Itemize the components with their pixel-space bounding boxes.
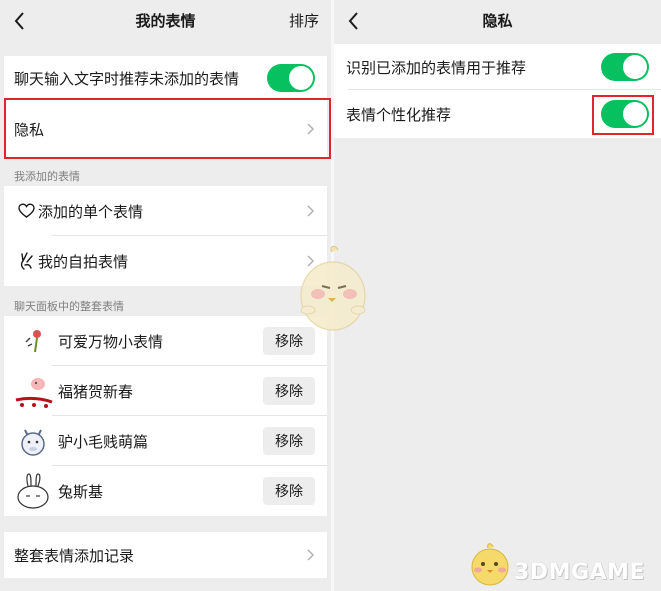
emoji-settings-panel: 我的表情 排序 聊天输入文字时推荐未添加的表情 隐私 我添加的表情 添加的单个表… — [0, 0, 331, 591]
selfie-emoji-row[interactable]: 我的自拍表情 — [4, 236, 327, 286]
page-title: 隐私 — [482, 12, 513, 30]
setting-label: 表情个性化推荐 — [346, 105, 452, 124]
single-emoji-label: 添加的单个表情 — [38, 202, 144, 221]
emoji-pack-row[interactable]: 兔斯基 移除 — [4, 466, 327, 516]
remove-button[interactable]: 移除 — [263, 377, 315, 405]
remove-button[interactable]: 移除 — [263, 477, 315, 505]
top-bar: 我的表情 排序 — [0, 0, 331, 44]
chevron-right-icon — [307, 549, 315, 561]
emoji-pack-row[interactable]: 可爱万物小表情 移除 — [4, 316, 327, 366]
pack-name: 驴小毛贱萌篇 — [58, 432, 149, 451]
recommend-label: 聊天输入文字时推荐未添加的表情 — [14, 69, 240, 88]
sort-button[interactable]: 排序 — [289, 10, 319, 31]
top-bar: 隐私 — [334, 0, 661, 44]
privacy-settings-panel: 隐私 识别已添加的表情用于推荐 表情个性化推荐 — [334, 0, 661, 591]
privacy-highlight-box — [4, 98, 331, 159]
chevron-right-icon — [307, 205, 315, 217]
toggle-highlight-box — [592, 95, 654, 135]
recommend-setting-row: 聊天输入文字时推荐未添加的表情 — [4, 56, 327, 100]
emoji-pack-row[interactable]: 驴小毛贱萌篇 移除 — [4, 416, 327, 466]
watermark-text: 3DMGAME — [514, 560, 645, 585]
section-title-added: 我添加的表情 — [14, 170, 80, 183]
watermark-mascot-icon — [300, 245, 366, 331]
selfie-emoji-label: 我的自拍表情 — [38, 252, 129, 271]
section-title-packs: 聊天面板中的整套表情 — [14, 300, 124, 313]
pack-thumbnail-pig-icon — [15, 378, 53, 408]
privacy-setting-row: 识别已添加的表情用于推荐 — [334, 44, 661, 90]
remove-button[interactable]: 移除 — [263, 427, 315, 455]
recommend-toggle[interactable] — [267, 64, 315, 92]
pack-history-row[interactable]: 整套表情添加记录 — [4, 532, 327, 578]
emoji-pack-row[interactable]: 福猪贺新春 移除 — [4, 366, 327, 416]
pack-thumbnail-flower-icon — [25, 330, 41, 353]
pack-name: 兔斯基 — [58, 482, 104, 501]
single-emoji-row[interactable]: 添加的单个表情 — [4, 186, 327, 236]
pack-name: 可爱万物小表情 — [58, 332, 164, 351]
setting-toggle[interactable] — [601, 53, 649, 81]
setting-label: 识别已添加的表情用于推荐 — [346, 58, 527, 77]
heart-icon — [18, 203, 35, 218]
hand-gesture-icon — [20, 252, 33, 270]
pack-thumbnail-rabbit-icon — [17, 473, 49, 509]
pack-name: 福猪贺新春 — [58, 382, 134, 401]
watermark-logo-mascot-icon — [471, 543, 509, 586]
page-title: 我的表情 — [135, 12, 196, 30]
pack-history-label: 整套表情添加记录 — [14, 546, 135, 565]
pack-thumbnail-donkey-icon — [21, 429, 45, 456]
